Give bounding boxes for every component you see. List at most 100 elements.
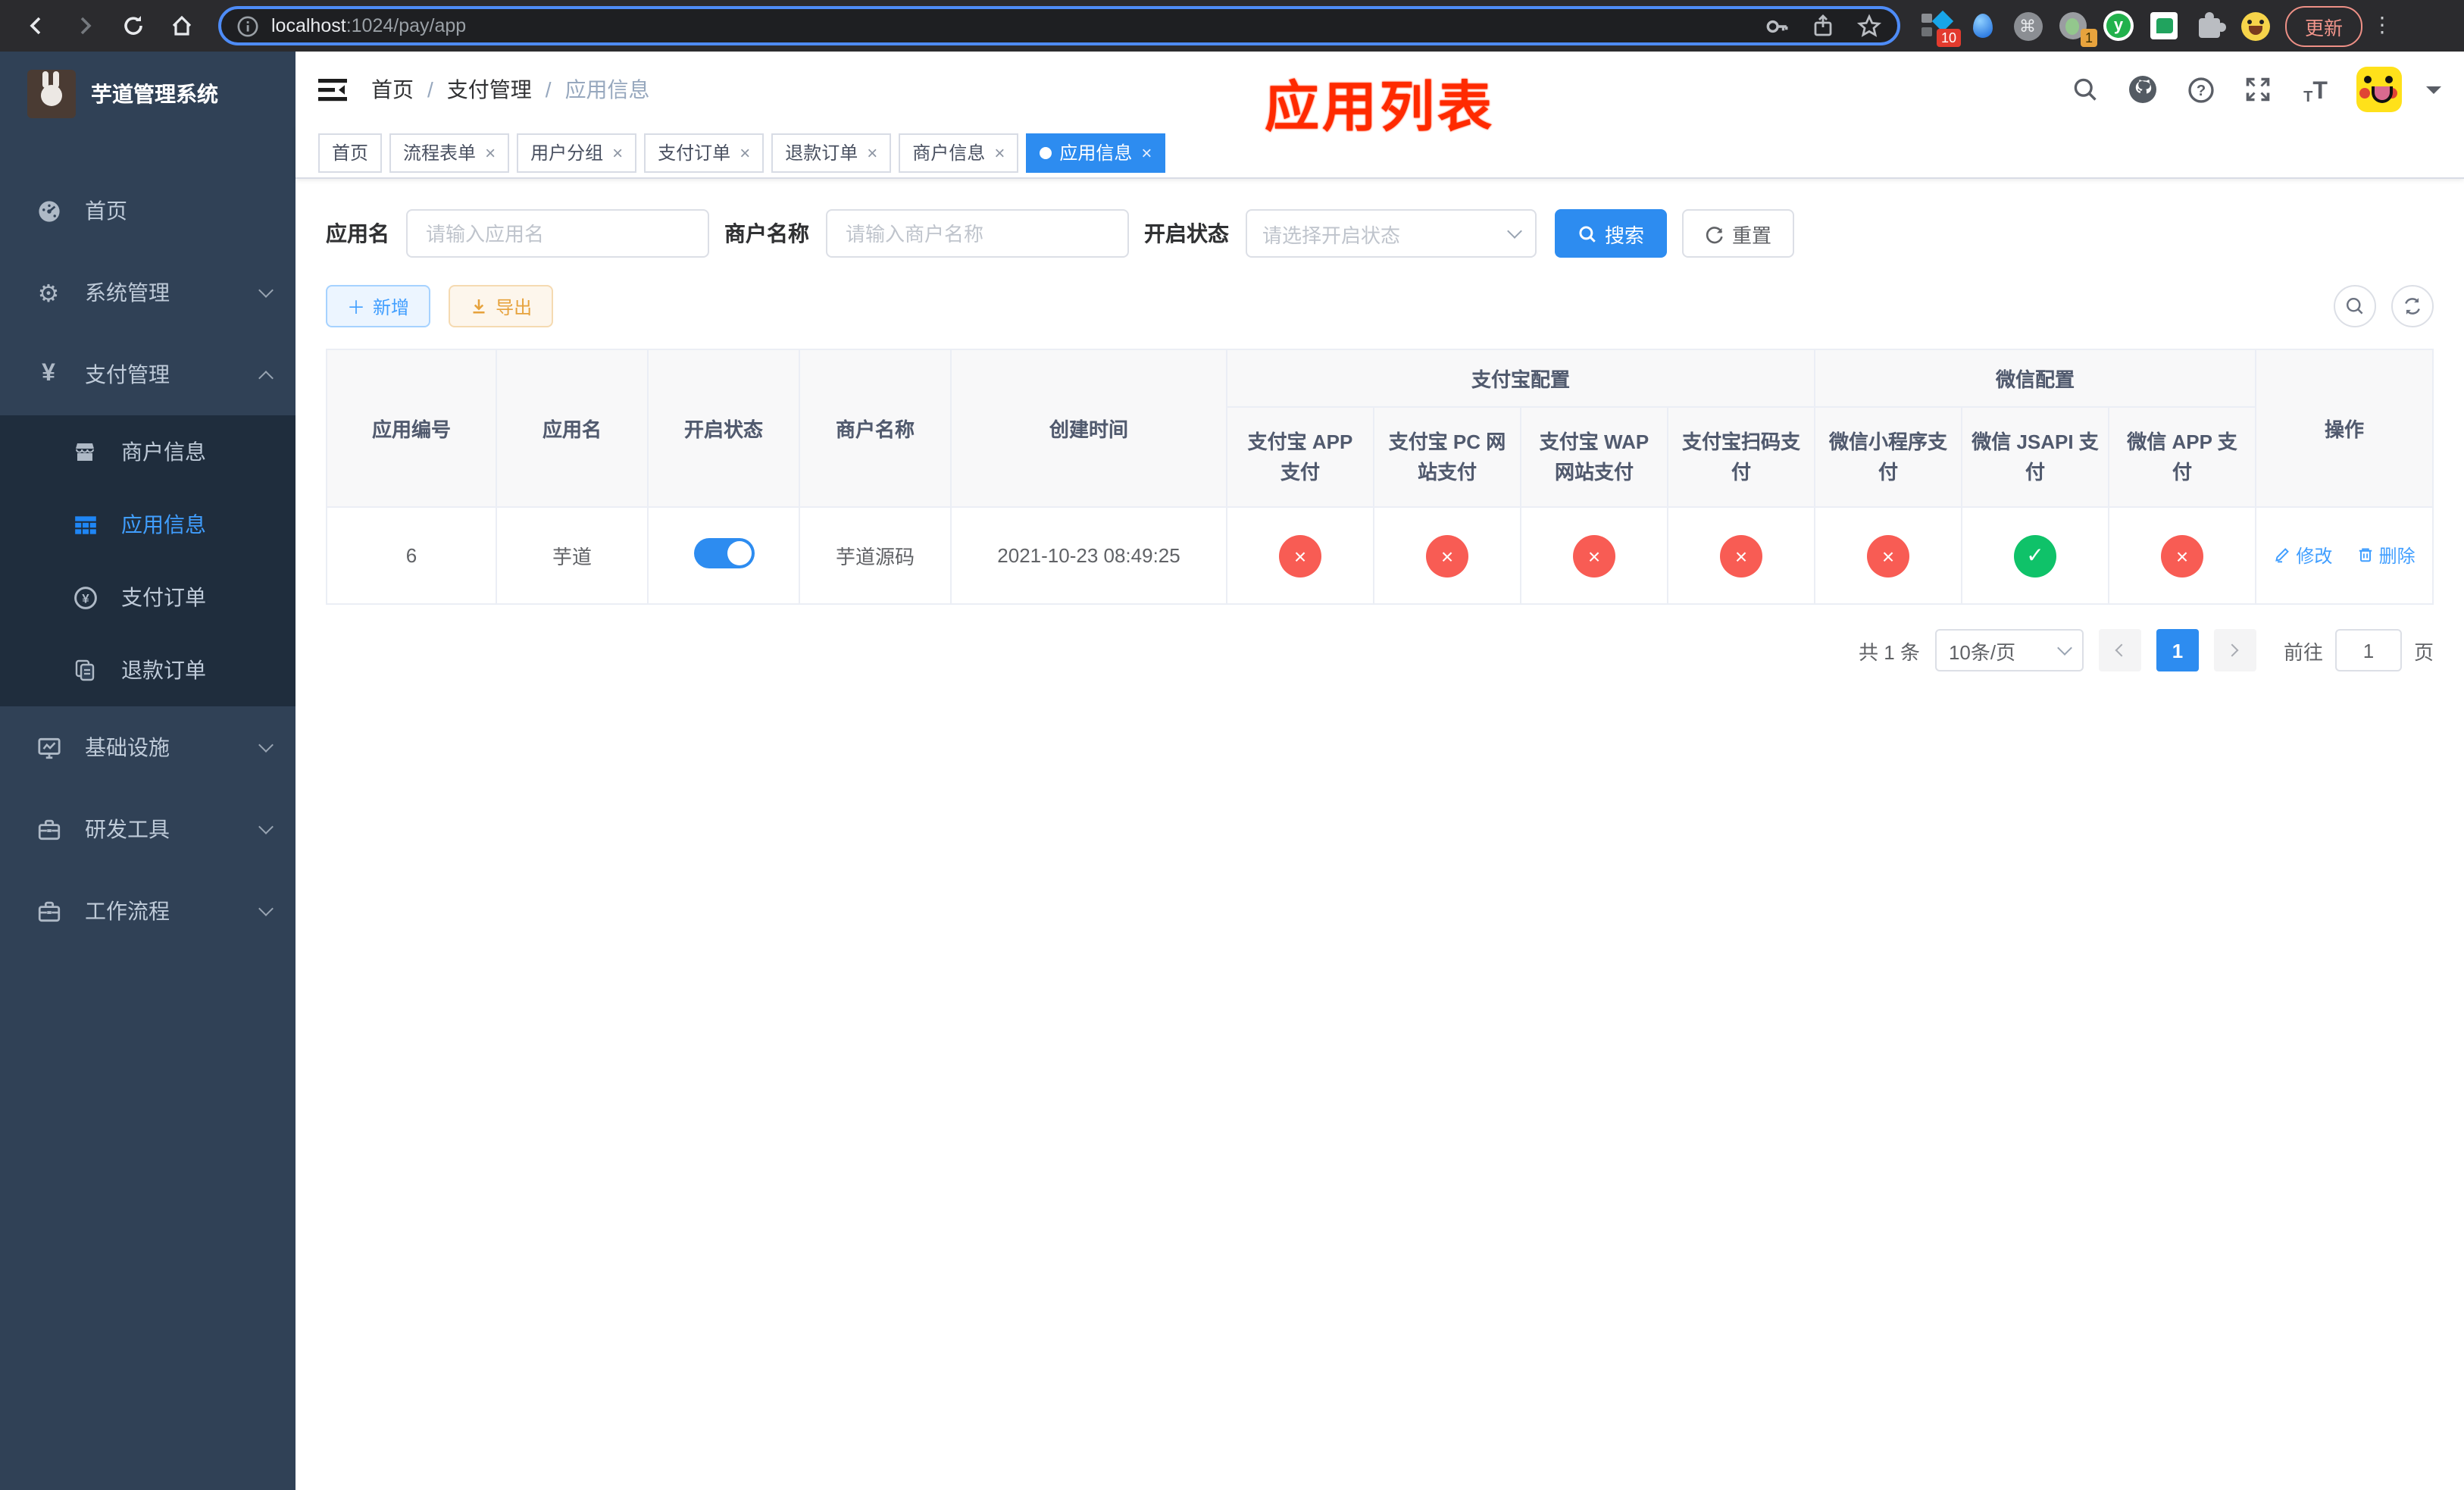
- pencil-icon: [2275, 548, 2290, 563]
- breadcrumb: 首页 / 支付管理 / 应用信息: [371, 74, 650, 105]
- cell-merchant: 芋道源码: [799, 506, 952, 605]
- breadcrumb-payment[interactable]: 支付管理: [447, 74, 532, 105]
- search-icon: [2346, 297, 2363, 315]
- sidebar-item-dev-tools[interactable]: 研发工具: [0, 788, 295, 870]
- github-icon[interactable]: [2126, 73, 2159, 106]
- tab-pay-order[interactable]: 支付订单 ×: [644, 133, 765, 172]
- page-header: 首页 / 支付管理 / 应用信息 应用列表 ? T T: [295, 52, 2464, 138]
- next-page-button[interactable]: [2213, 629, 2256, 671]
- tab-app-info[interactable]: 应用信息 ×: [1026, 133, 1166, 172]
- export-button[interactable]: 导出: [449, 285, 554, 327]
- merchant-name-input[interactable]: [826, 209, 1129, 258]
- extension-icon[interactable]: ⌘: [2012, 11, 2043, 41]
- status-ok-icon: ✓: [2014, 534, 2057, 577]
- back-icon[interactable]: [17, 6, 56, 45]
- reset-button[interactable]: 重置: [1682, 209, 1795, 258]
- bookmark-star-icon[interactable]: [1856, 13, 1882, 39]
- tab-home[interactable]: 首页: [318, 133, 383, 172]
- close-icon[interactable]: ×: [1141, 142, 1152, 163]
- extension-badge: 1: [2080, 29, 2097, 47]
- sidebar-item-home[interactable]: 首页: [0, 170, 295, 252]
- page-number-active[interactable]: 1: [2156, 629, 2199, 671]
- sidebar-item-payment[interactable]: ¥ 支付管理: [0, 333, 295, 415]
- col-status: 开启状态: [647, 349, 800, 508]
- home-icon[interactable]: [162, 6, 202, 45]
- toolbox-icon: [30, 898, 67, 924]
- extensions-puzzle-icon[interactable]: [2194, 11, 2226, 41]
- status-fail-icon: ×: [1867, 534, 1910, 577]
- sidebar-item-infrastructure[interactable]: 基础设施: [0, 706, 295, 788]
- chevron-down-icon: [258, 819, 274, 834]
- breadcrumb-home[interactable]: 首页: [371, 74, 414, 105]
- sidebar-item-app-info[interactable]: 应用信息: [0, 488, 295, 561]
- add-button[interactable]: ＋ 新增: [326, 285, 431, 327]
- col-group-wechat: 微信配置: [1814, 349, 2257, 408]
- close-icon[interactable]: ×: [867, 142, 877, 163]
- tab-user-group[interactable]: 用户分组 ×: [517, 133, 637, 172]
- chevron-down-icon: [2057, 640, 2072, 656]
- extension-icon[interactable]: 10: [1921, 10, 1961, 47]
- prev-page-button[interactable]: [2098, 629, 2141, 671]
- extension-icon[interactable]: [1967, 11, 1997, 41]
- document-icon: [67, 658, 103, 682]
- delete-link[interactable]: 删除: [2356, 543, 2416, 568]
- page-size-select[interactable]: 10条/页: [1934, 629, 2084, 671]
- user-avatar[interactable]: [2356, 67, 2402, 112]
- sidebar-item-merchant-info[interactable]: 商户信息: [0, 415, 295, 488]
- extension-icon[interactable]: [2149, 11, 2179, 41]
- total-count: 共 1 条: [1859, 640, 1920, 663]
- sidebar-item-refund-order[interactable]: 退款订单: [0, 634, 295, 706]
- sidebar-item-workflow[interactable]: 工作流程: [0, 870, 295, 952]
- app-name-label: 应用名: [326, 221, 389, 246]
- payment-submenu: 商户信息 应用信息 ¥ 支付订单 退款订单: [0, 415, 295, 706]
- close-icon[interactable]: ×: [994, 142, 1005, 163]
- tab-refund-order[interactable]: 退款订单 ×: [771, 133, 892, 172]
- chevron-left-icon: [2115, 643, 2129, 657]
- sidebar-collapse-icon[interactable]: [318, 77, 347, 102]
- help-icon[interactable]: ?: [2184, 73, 2217, 106]
- sidebar-item-system[interactable]: ⚙ 系统管理: [0, 252, 295, 333]
- chevron-down-icon: [1507, 224, 1522, 239]
- chevron-down-icon[interactable]: [2426, 86, 2441, 101]
- share-icon[interactable]: [1811, 14, 1835, 38]
- browser-menu-icon[interactable]: ⋮: [2372, 14, 2393, 38]
- app-logo-row[interactable]: 芋道管理系统: [0, 52, 295, 136]
- fullscreen-icon[interactable]: [2241, 73, 2275, 106]
- yen-circle-icon: ¥: [67, 584, 103, 610]
- reload-icon[interactable]: [114, 6, 153, 45]
- sidebar-item-pay-order[interactable]: ¥ 支付订单: [0, 561, 295, 634]
- url-text: localhost:1024/pay/app: [271, 15, 467, 36]
- search-icon[interactable]: [2068, 73, 2102, 106]
- app-name-input[interactable]: [406, 209, 709, 258]
- search-button[interactable]: 搜索: [1555, 209, 1668, 258]
- url-bar[interactable]: localhost:1024/pay/app: [218, 6, 1900, 45]
- search-icon: [1579, 225, 1596, 242]
- shop-icon: [67, 440, 103, 464]
- tab-process-form[interactable]: 流程表单 ×: [389, 133, 510, 172]
- toggle-search-button[interactable]: [2334, 285, 2376, 327]
- tab-merchant-info[interactable]: 商户信息 ×: [899, 133, 1019, 172]
- refresh-icon: [1706, 226, 1723, 243]
- profile-avatar-icon[interactable]: [2240, 11, 2270, 41]
- plus-icon: ＋: [347, 296, 366, 318]
- password-key-icon[interactable]: [1764, 13, 1790, 39]
- close-icon[interactable]: ×: [485, 142, 496, 163]
- extension-icon[interactable]: 1: [2058, 11, 2097, 47]
- refresh-icon: [2405, 298, 2420, 315]
- table-toolbar: ＋ 新增 导出: [326, 285, 2434, 327]
- enabled-toggle[interactable]: [693, 538, 754, 568]
- col-wechat-jsapi: 微信 JSAPI 支付: [1961, 406, 2110, 508]
- chrome-update-button[interactable]: 更新: [2285, 5, 2363, 46]
- close-icon[interactable]: ×: [740, 142, 750, 163]
- col-merchant: 商户名称: [799, 349, 952, 508]
- monitor-icon: [30, 734, 67, 760]
- extension-icon[interactable]: y: [2103, 11, 2134, 41]
- goto-page-input[interactable]: [2334, 629, 2402, 671]
- site-info-icon[interactable]: [236, 14, 259, 37]
- forward-icon[interactable]: [65, 6, 105, 45]
- refresh-table-button[interactable]: [2391, 285, 2434, 327]
- font-size-icon[interactable]: TT: [2299, 73, 2332, 106]
- edit-link[interactable]: 修改: [2273, 543, 2332, 568]
- close-icon[interactable]: ×: [612, 142, 623, 163]
- status-select[interactable]: 请选择开启状态: [1246, 209, 1537, 258]
